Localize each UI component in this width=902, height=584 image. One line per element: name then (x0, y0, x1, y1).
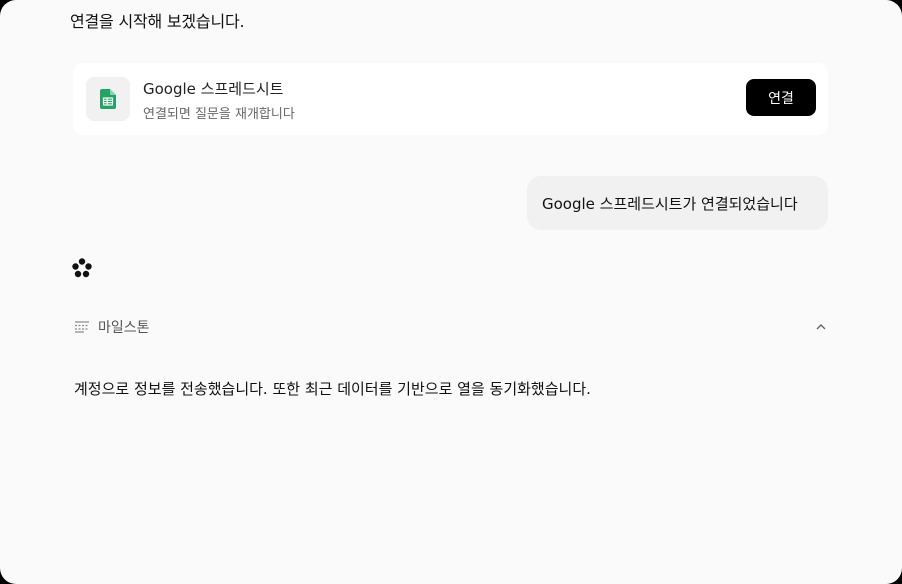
chat-window: 연결을 시작해 보겠습니다. Google 스프레드시트 연결되면 질문을 재개… (0, 0, 902, 584)
google-sheets-icon (86, 77, 130, 121)
connect-card-subtitle: 연결되면 질문을 재개합니다 (143, 107, 295, 122)
milestone-section-header[interactable]: 마일스톤 (73, 314, 828, 340)
assistant-avatar-icon (72, 258, 92, 278)
connect-button[interactable]: 연결 (746, 79, 816, 116)
google-sheets-connect-card: Google 스프레드시트 연결되면 질문을 재개합니다 연결 (73, 63, 828, 135)
milestone-label: 마일스톤 (98, 320, 150, 336)
assistant-result-message: 계정으로 정보를 전송했습니다. 또한 최근 데이터를 기반으로 열을 동기화했… (74, 380, 591, 398)
connect-card-title: Google 스프레드시트 (143, 80, 284, 98)
user-message-bubble: Google 스프레드시트가 연결되었습니다 (527, 176, 828, 230)
milestone-lines-icon (75, 321, 89, 333)
user-message-text: Google 스프레드시트가 연결되었습니다 (542, 195, 798, 213)
chevron-up-icon[interactable] (814, 320, 828, 334)
assistant-intro-message: 연결을 시작해 보겠습니다. (70, 12, 245, 31)
